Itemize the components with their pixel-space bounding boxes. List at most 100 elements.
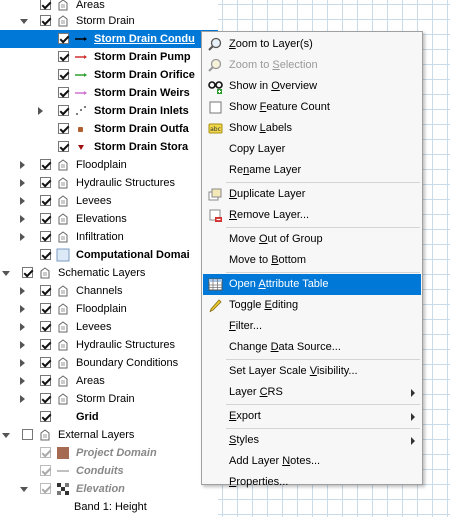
layer-tree-item[interactable]: Storm Drain	[0, 390, 218, 408]
menu-item-duplicate-layer[interactable]: Duplicate Layer	[203, 184, 421, 205]
layer-tree-item[interactable]: Channels	[0, 282, 218, 300]
layer-visibility-checkbox[interactable]	[40, 411, 51, 422]
layer-tree-item[interactable]: Storm Drain Weirs	[0, 84, 218, 102]
layer-visibility-checkbox[interactable]	[40, 303, 51, 314]
layer-visibility-checkbox[interactable]	[58, 51, 69, 62]
layer-visibility-checkbox[interactable]	[40, 321, 51, 332]
menu-item-show-in-overview[interactable]: Show in Overview	[203, 76, 421, 97]
layer-visibility-checkbox[interactable]	[40, 195, 51, 206]
expand-arrow-icon[interactable]	[2, 433, 10, 438]
collapse-arrow-icon[interactable]	[20, 197, 25, 205]
menu-item-set-layer-scale-visibility[interactable]: Set Layer Scale Visibility...	[203, 361, 421, 382]
layer-visibility-checkbox[interactable]	[40, 447, 51, 458]
layer-tree-item[interactable]: Schematic Layers	[0, 264, 218, 282]
layer-name-label: Storm Drain Pump	[94, 51, 191, 63]
expand-arrow-icon[interactable]	[20, 19, 28, 24]
layer-visibility-checkbox[interactable]	[40, 357, 51, 368]
menu-item-remove-layer[interactable]: Remove Layer...	[203, 205, 421, 226]
collapse-arrow-icon[interactable]	[20, 161, 25, 169]
menu-item-add-layer-notes[interactable]: Add Layer Notes...	[203, 451, 421, 472]
layers-panel: Areas Storm Drain Storm Drain Condu Storm D…	[0, 0, 218, 517]
layer-visibility-checkbox[interactable]	[58, 123, 69, 134]
menu-item-export[interactable]: Export	[203, 406, 421, 427]
layer-name-label: Levees	[76, 321, 112, 333]
layer-visibility-checkbox[interactable]	[40, 231, 51, 242]
menu-item-filter[interactable]: Filter...	[203, 316, 421, 337]
collapse-arrow-icon[interactable]	[38, 107, 43, 115]
layer-visibility-checkbox[interactable]	[22, 267, 33, 278]
layer-tree-item[interactable]: Boundary Conditions	[0, 354, 218, 372]
layer-visibility-checkbox[interactable]	[40, 465, 51, 476]
layer-tree-item[interactable]: Storm Drain Stora	[0, 138, 218, 156]
layer-tree-item[interactable]: Computational Domai	[0, 246, 218, 264]
collapse-arrow-icon[interactable]	[20, 233, 25, 241]
layer-tree-item[interactable]: Levees	[0, 192, 218, 210]
layer-name-label: Schematic Layers	[58, 267, 146, 279]
collapse-arrow-icon[interactable]	[20, 179, 25, 187]
collapse-arrow-icon[interactable]	[20, 323, 25, 331]
collapse-arrow-icon[interactable]	[20, 377, 25, 385]
layer-tree-item[interactable]: Elevations	[0, 210, 218, 228]
layer-tree-item[interactable]: Areas	[0, 372, 218, 390]
layer-group-icon	[56, 158, 70, 172]
menu-item-zoom-to-layer-s[interactable]: Zoom to Layer(s)	[203, 34, 421, 55]
menu-item-layer-crs[interactable]: Layer CRS	[203, 382, 421, 403]
menu-item-styles[interactable]: Styles	[203, 430, 421, 451]
layer-tree-item[interactable]: Grid	[0, 408, 218, 426]
collapse-arrow-icon[interactable]	[20, 215, 25, 223]
layer-visibility-checkbox[interactable]	[58, 105, 69, 116]
menu-item-rename-layer[interactable]: Rename Layer	[203, 160, 421, 181]
collapse-arrow-icon[interactable]	[20, 287, 25, 295]
layer-visibility-checkbox[interactable]	[40, 249, 51, 260]
menu-item-properties[interactable]: Properties...	[203, 472, 421, 493]
layer-visibility-checkbox[interactable]	[58, 87, 69, 98]
layer-visibility-checkbox[interactable]	[40, 339, 51, 350]
layer-visibility-checkbox[interactable]	[40, 0, 51, 10]
layer-tree-item[interactable]: Floodplain	[0, 156, 218, 174]
layer-tree-item[interactable]: Hydraulic Structures	[0, 174, 218, 192]
layer-tree-item[interactable]: Storm Drain	[0, 12, 218, 30]
menu-item-change-data-source[interactable]: Change Data Source...	[203, 337, 421, 358]
layer-tree-item[interactable]: Hydraulic Structures	[0, 336, 218, 354]
layer-visibility-checkbox[interactable]	[58, 33, 69, 44]
menu-item-move-out-of-group[interactable]: Move Out of Group	[203, 229, 421, 250]
layer-tree-item[interactable]: External Layers	[0, 426, 218, 444]
layer-visibility-checkbox[interactable]	[40, 375, 51, 386]
layer-name-label: Grid	[76, 411, 99, 423]
layer-tree-item[interactable]: Conduits	[0, 462, 218, 480]
layer-visibility-checkbox[interactable]	[40, 177, 51, 188]
layer-tree-item[interactable]: Project Domain	[0, 444, 218, 462]
collapse-arrow-icon[interactable]	[20, 395, 25, 403]
layer-tree-item[interactable]: Storm Drain Orifice	[0, 66, 218, 84]
layer-tree-item[interactable]: Levees	[0, 318, 218, 336]
layer-visibility-checkbox[interactable]	[40, 393, 51, 404]
collapse-arrow-icon[interactable]	[20, 341, 25, 349]
menu-item-open-attribute-table[interactable]: Open Attribute Table	[203, 274, 421, 295]
menu-item-copy-layer[interactable]: Copy Layer	[203, 139, 421, 160]
menu-item-toggle-editing[interactable]: Toggle Editing	[203, 295, 421, 316]
collapse-arrow-icon[interactable]	[20, 359, 25, 367]
layer-tree-item[interactable]: Storm Drain Outfa	[0, 120, 218, 138]
layer-visibility-checkbox[interactable]	[40, 213, 51, 224]
menu-item-zoom-to-selection[interactable]: Zoom to Selection	[203, 55, 421, 76]
layer-visibility-checkbox[interactable]	[40, 15, 51, 26]
menu-item-move-to-bottom[interactable]: Move to Bottom	[203, 250, 421, 271]
layer-tree-item[interactable]: Storm Drain Pump	[0, 48, 218, 66]
collapse-arrow-icon[interactable]	[20, 305, 25, 313]
menu-item-show-labels[interactable]: abc Show Labels	[203, 118, 421, 139]
expand-arrow-icon[interactable]	[2, 271, 10, 276]
layer-tree-item[interactable]: Infiltration	[0, 228, 218, 246]
layer-tree-item[interactable]: Storm Drain Inlets	[0, 102, 218, 120]
layer-visibility-checkbox[interactable]	[40, 483, 51, 494]
layer-visibility-checkbox[interactable]	[58, 69, 69, 80]
layer-tree-item[interactable]: Elevation	[0, 480, 218, 498]
expand-arrow-icon[interactable]	[20, 487, 28, 492]
layer-visibility-checkbox[interactable]	[40, 159, 51, 170]
layer-tree-item[interactable]: Storm Drain Condu	[0, 30, 218, 48]
layer-visibility-checkbox[interactable]	[58, 141, 69, 152]
layer-visibility-checkbox[interactable]	[22, 429, 33, 440]
menu-item-show-feature-count[interactable]: Show Feature Count	[203, 97, 421, 118]
layer-tree-item[interactable]: Band 1: Height	[0, 498, 218, 516]
layer-tree-item[interactable]: Floodplain	[0, 300, 218, 318]
layer-visibility-checkbox[interactable]	[40, 285, 51, 296]
